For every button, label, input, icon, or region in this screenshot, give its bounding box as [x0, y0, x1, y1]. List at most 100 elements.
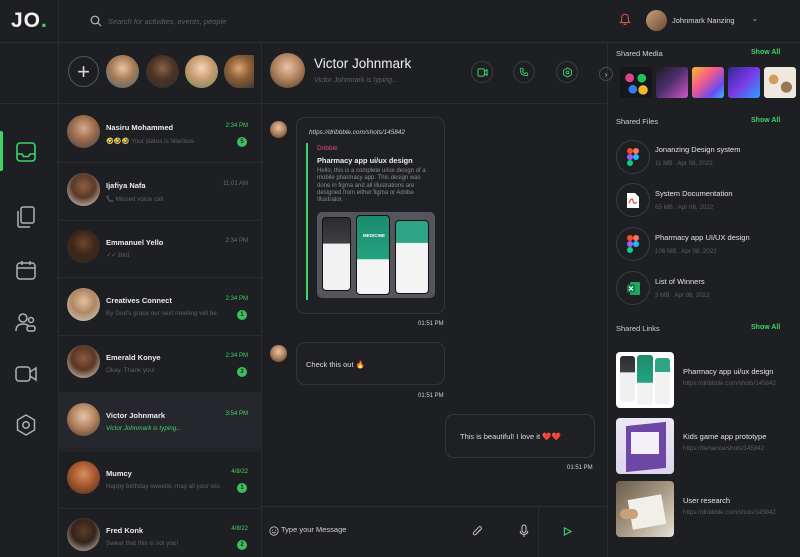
phone-banner-text: MEDICINE [362, 233, 385, 238]
story-avatar[interactable] [185, 55, 218, 88]
phone-mockup [322, 217, 351, 291]
chevron-down-icon[interactable]: ⌄ [752, 15, 758, 23]
video-icon[interactable] [14, 362, 38, 386]
shared-media-show-all[interactable]: Show All [751, 49, 780, 56]
file-item-icon[interactable] [616, 227, 650, 261]
chat-list-item[interactable]: Emmanuel Yello ✓✓ Bird 2:34 PM [59, 219, 261, 276]
file-name[interactable]: Jonanzing Design system [655, 145, 740, 154]
chat-app: JO. Johnmark Nanzing ⌄ + Nasiru Mohammed… [0, 0, 800, 557]
message-bubble[interactable]: Check this out 🔥 [296, 342, 445, 385]
contacts-icon[interactable] [14, 310, 38, 334]
hexagon-settings-icon [562, 66, 572, 78]
shared-media-thumbnail[interactable] [620, 67, 652, 98]
file-name[interactable]: Pharmacy app UI/UX design [655, 233, 750, 242]
contact-name[interactable]: Victor Johnmark [314, 56, 411, 71]
story-avatar[interactable] [224, 55, 254, 88]
list-divider [261, 42, 262, 557]
shared-media-thumbnail[interactable] [656, 67, 688, 98]
chat-preview: 📞 Missed voice call [106, 196, 164, 203]
link-url[interactable]: https://dribbble.com/shots/145842 [683, 509, 776, 516]
shared-media-thumbnail[interactable] [764, 67, 796, 98]
link-name[interactable]: User research [683, 496, 730, 505]
app-logo[interactable]: JO. [11, 9, 48, 33]
file-name[interactable]: System Documentation [655, 189, 733, 198]
shared-links-show-all[interactable]: Show All [751, 324, 780, 331]
attachment-icon[interactable] [472, 525, 483, 538]
chat-list-item[interactable]: Mumcy Happy birthday sweetie, may all you… [59, 450, 261, 507]
voice-call-button[interactable] [513, 61, 535, 83]
user-avatar[interactable] [646, 10, 667, 31]
send-icon[interactable] [563, 527, 572, 536]
file-name[interactable]: List of Winners [655, 277, 705, 286]
link-name[interactable]: Kids game app prototype [683, 432, 766, 441]
chat-time: 4/8/22 [231, 469, 248, 475]
chat-name: Emerald Konye [106, 353, 161, 362]
chat-list-item[interactable]: Nasiru Mohammed 🤣🤣🤣 Your status is hilari… [59, 104, 261, 161]
chat-preview: Okay. Thank you! [106, 367, 155, 374]
shared-media-thumbnail[interactable] [692, 67, 724, 98]
phone-icon [519, 67, 529, 77]
message-link-url[interactable]: https://dribbble.com/shots/145842 [309, 129, 405, 136]
rail-active-indicator [0, 131, 3, 171]
emoji-icon[interactable] [269, 526, 279, 536]
contact-avatar[interactable] [270, 53, 305, 88]
chat-time: 2:34 PM [225, 296, 248, 302]
chat-name: Nasiru Mohammed [106, 123, 174, 132]
link-thumbnail[interactable] [616, 418, 674, 474]
story-avatar[interactable] [146, 55, 179, 88]
typing-status: Victor Johnmark is typing... [314, 77, 398, 84]
file-item-icon[interactable] [616, 271, 650, 305]
chat-name: Fred Konk [106, 526, 144, 535]
chat-name: Creatives Connect [106, 296, 172, 305]
chat-avatar [67, 288, 100, 321]
chat-preview: ✓✓ Bird [106, 252, 130, 259]
notification-bell-icon[interactable] [619, 13, 631, 26]
link-url[interactable]: https://behance/shots/145842 [683, 445, 764, 452]
topbar-divider [0, 42, 800, 43]
video-call-button[interactable] [471, 61, 493, 83]
file-item-icon[interactable] [616, 140, 650, 174]
shared-files-show-all[interactable]: Show All [751, 117, 780, 124]
chat-preview: Happy birthday sweetie, may all your wis [106, 483, 220, 490]
media-scroll-button[interactable]: › [599, 67, 613, 81]
chat-list-item[interactable]: Ijafiya Nafa 📞 Missed voice call 11:01 AM [59, 162, 261, 219]
link-thumbnail[interactable] [616, 352, 674, 408]
message-text: Check this out 🔥 [306, 360, 365, 369]
file-item-icon[interactable] [616, 183, 650, 217]
calendar-icon[interactable] [14, 258, 38, 282]
story-avatar[interactable] [106, 55, 139, 88]
unread-badge: 1 [237, 483, 247, 493]
figma-icon [627, 235, 639, 253]
excel-icon [626, 281, 640, 295]
inbox-icon[interactable] [14, 140, 38, 164]
chat-name: Mumcy [106, 469, 132, 478]
chat-avatar [67, 115, 100, 148]
chat-time: 11:01 AM [223, 181, 248, 187]
message-bubble-outgoing[interactable]: This is beautiful! I love it ❤️❤️ [445, 414, 595, 458]
microphone-icon[interactable] [519, 524, 529, 538]
user-name[interactable]: Johnmark Nanzing [672, 16, 735, 25]
chat-avatar [67, 345, 100, 378]
link-preview-image[interactable]: MEDICINE [317, 212, 435, 298]
link-name[interactable]: Pharmacy app ui/ux design [683, 367, 773, 376]
shared-media-thumbnail[interactable] [728, 67, 760, 98]
link-url[interactable]: https://dribbble.com/shots/145842 [683, 380, 776, 387]
message-input[interactable] [281, 525, 451, 534]
chat-time: 3:54 PM [225, 411, 248, 417]
unread-badge: 5 [237, 137, 247, 147]
documents-icon[interactable] [14, 205, 38, 229]
chat-list-item[interactable]: Emerald Konye Okay. Thank you! 2:34 PM 3 [59, 334, 261, 391]
message-composer [262, 506, 607, 557]
add-story-button[interactable]: + [68, 56, 99, 87]
search-input[interactable] [108, 16, 308, 26]
chat-settings-button[interactable] [556, 61, 578, 83]
chat-list-item[interactable]: Fred Konk Swear that this is not you! 4/8/… [59, 507, 261, 557]
search-bar[interactable] [90, 12, 308, 30]
chat-list-item[interactable]: Creatives Connect By God's grace our next… [59, 277, 261, 334]
sender-avatar [270, 345, 287, 362]
link-thumbnail[interactable] [616, 481, 674, 537]
chat-list-item[interactable]: Victor Johnmark Victor Johnmark is typing… [59, 392, 261, 449]
chat-preview: By God's grace our next meeting will be [106, 310, 217, 317]
chat-time: 2:34 PM [225, 353, 248, 359]
settings-icon[interactable] [14, 413, 38, 437]
